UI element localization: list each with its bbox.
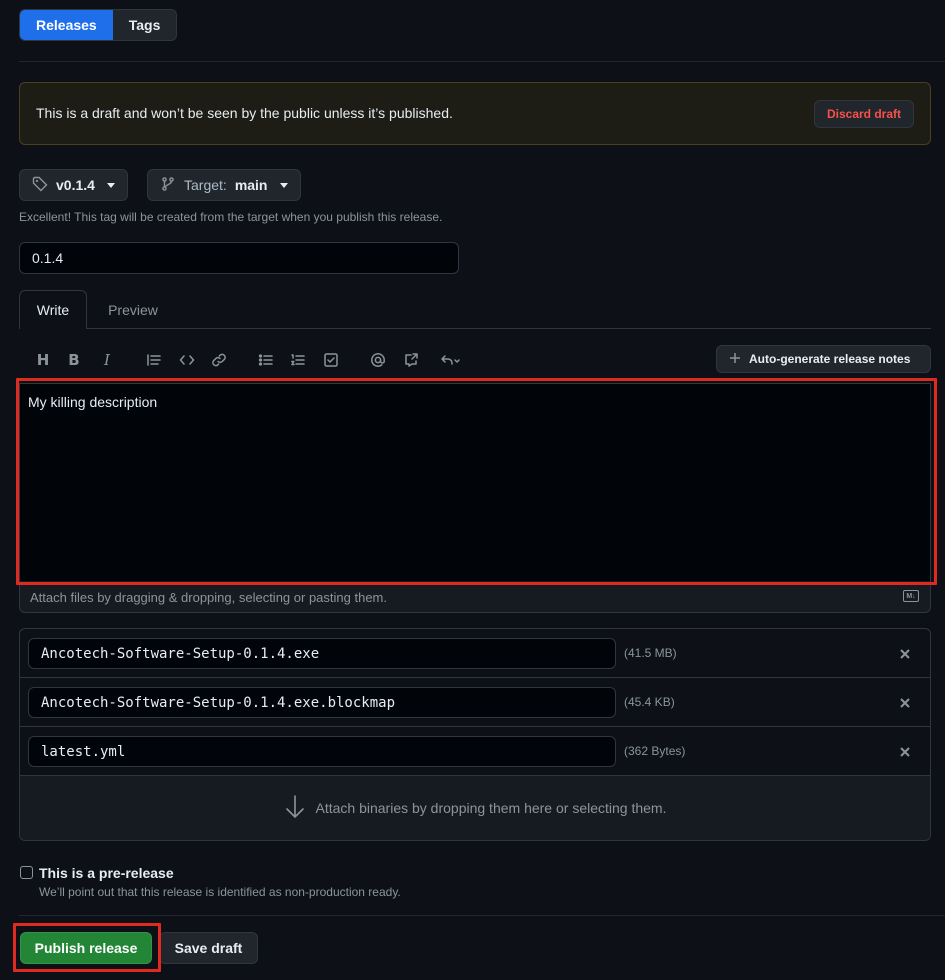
prerelease-checkbox[interactable] — [20, 866, 33, 879]
asset-row: Ancotech-Software-Setup-0.1.4.exe (41.5 … — [20, 629, 930, 678]
draft-notice-text: This is a draft and won’t be seen by the… — [36, 105, 453, 121]
italic-glyph: I — [104, 351, 110, 369]
draft-notice: This is a draft and won’t be seen by the… — [19, 82, 931, 145]
mention-icon[interactable] — [366, 348, 390, 372]
ordered-list-icon[interactable] — [286, 348, 310, 372]
target-selector[interactable]: Target: main — [147, 169, 301, 201]
divider — [19, 61, 945, 62]
bold-icon[interactable]: B — [62, 348, 86, 372]
release-description-textarea[interactable]: My killing description — [20, 384, 930, 581]
prerelease-description: We’ll point out that this release is ide… — [39, 885, 401, 899]
remove-asset-icon[interactable] — [896, 645, 914, 663]
tab-tags[interactable]: Tags — [112, 10, 177, 40]
tab-releases[interactable]: Releases — [20, 10, 113, 40]
asset-name-input[interactable]: Ancotech-Software-Setup-0.1.4.exe.blockm… — [28, 687, 616, 718]
link-icon[interactable] — [207, 348, 231, 372]
asset-name-input[interactable]: latest.yml — [28, 736, 616, 767]
divider — [19, 915, 945, 916]
asset-row: latest.yml (362 Bytes) — [20, 727, 930, 776]
asset-size: (362 Bytes) — [624, 744, 686, 758]
publish-release-button[interactable]: Publish release — [20, 932, 152, 964]
binaries-dropzone[interactable]: Attach binaries by dropping them here or… — [20, 776, 930, 840]
prerelease-label[interactable]: This is a pre-release — [39, 865, 174, 881]
attach-files-hint[interactable]: Attach files by dragging & dropping, sel… — [30, 590, 387, 605]
releases-tags-switch: Releases Tags — [19, 9, 178, 41]
remove-asset-icon[interactable] — [896, 694, 914, 712]
code-icon[interactable] — [175, 348, 199, 372]
asset-size: (45.4 KB) — [624, 695, 675, 709]
release-title-input[interactable]: 0.1.4 — [19, 242, 459, 274]
target-label: Target: — [184, 177, 227, 193]
tag-icon — [32, 176, 48, 195]
undo-icon[interactable] — [436, 348, 464, 372]
tab-preview[interactable]: Preview — [87, 290, 179, 329]
auto-generate-notes-button[interactable]: Auto-generate release notes — [716, 345, 931, 373]
target-value: main — [234, 177, 268, 193]
asset-name-input[interactable]: Ancotech-Software-Setup-0.1.4.exe — [28, 638, 616, 669]
plus-icon — [729, 352, 741, 367]
heading-glyph: H — [36, 351, 50, 369]
tag-value: v0.1.4 — [56, 177, 95, 193]
tag-hint: Excellent! This tag will be created from… — [19, 210, 443, 224]
unordered-list-icon[interactable] — [254, 348, 278, 372]
discard-draft-button[interactable]: Discard draft — [813, 100, 914, 128]
auto-generate-label: Auto-generate release notes — [749, 352, 911, 366]
dropzone-text: Attach binaries by dropping them here or… — [315, 800, 667, 816]
bold-glyph: B — [68, 351, 80, 369]
chevron-down-icon — [279, 182, 288, 188]
remove-asset-icon[interactable] — [896, 743, 914, 761]
asset-row: Ancotech-Software-Setup-0.1.4.exe.blockm… — [20, 678, 930, 727]
heading-icon[interactable]: H — [31, 348, 55, 372]
save-draft-button[interactable]: Save draft — [159, 932, 258, 964]
italic-icon[interactable]: I — [95, 348, 119, 372]
arrow-down-icon — [284, 794, 306, 823]
asset-size: (41.5 MB) — [624, 646, 677, 660]
branch-icon — [160, 176, 176, 195]
chevron-down-icon — [106, 182, 115, 188]
task-list-icon[interactable] — [319, 348, 343, 372]
markdown-icon: M↓ — [903, 590, 919, 602]
quote-icon[interactable] — [142, 348, 166, 372]
tab-write[interactable]: Write — [19, 290, 87, 329]
reference-icon[interactable] — [399, 348, 423, 372]
tag-selector[interactable]: v0.1.4 — [19, 169, 128, 201]
